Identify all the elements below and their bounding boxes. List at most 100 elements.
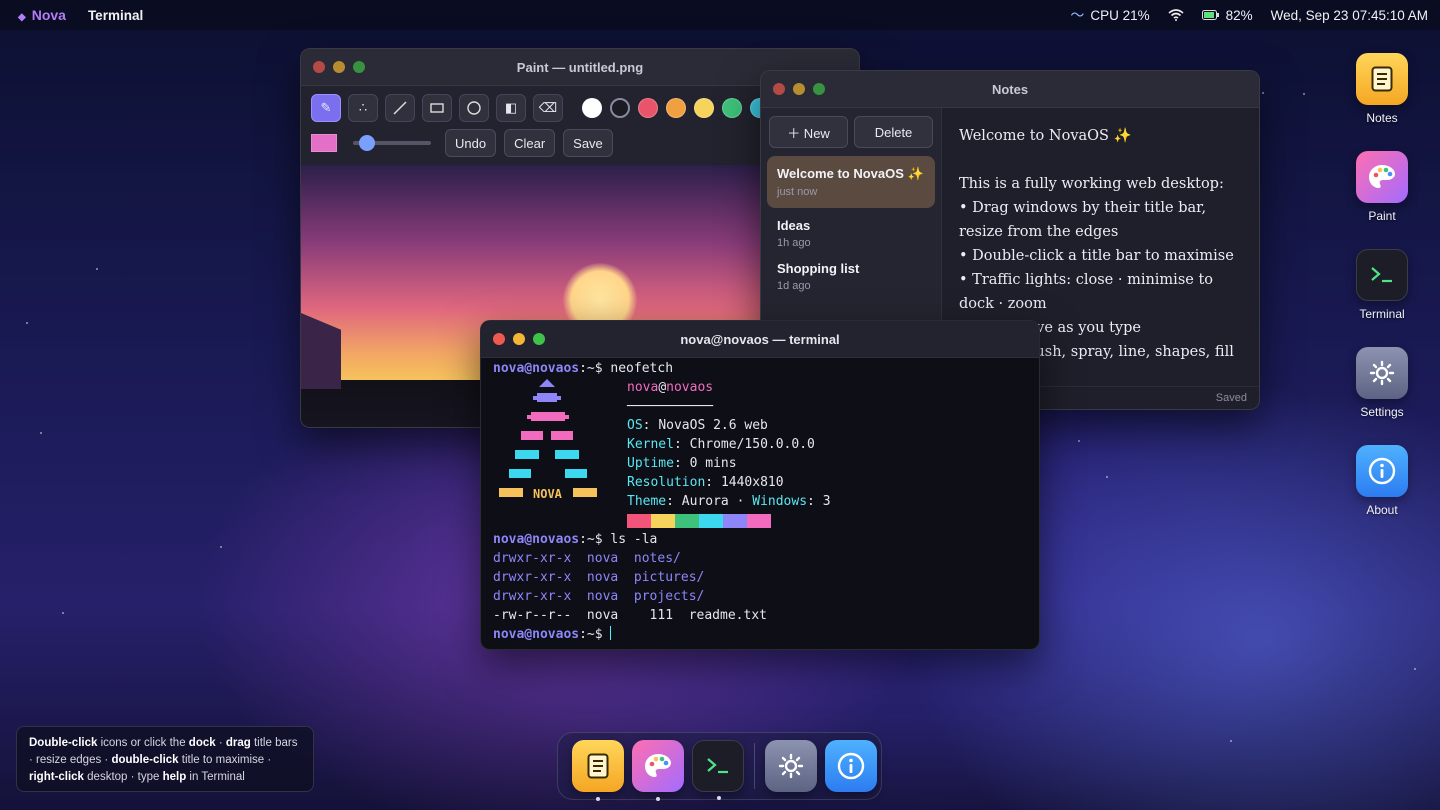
color-block	[627, 514, 651, 528]
save-button[interactable]: Save	[563, 129, 613, 157]
note-list-item[interactable]: Welcome to NovaOS ✨ just now	[767, 156, 935, 208]
fill-icon[interactable]: ◧	[496, 94, 526, 122]
info-line: Uptime: 0 mins	[627, 456, 737, 471]
notes-titlebar[interactable]: Notes	[761, 71, 1259, 108]
current-color-swatch[interactable]	[311, 134, 337, 152]
desktop-icon-label: Terminal	[1359, 307, 1405, 321]
note-list-item[interactable]: Shopping list 1d ago	[767, 251, 935, 302]
battery-indicator[interactable]: 82%	[1201, 8, 1253, 23]
new-note-button[interactable]: ＋ New	[769, 116, 848, 148]
ls-row: drwxr-xr-x nova projects/	[493, 587, 1027, 606]
prompt: nova@novaos	[493, 627, 580, 642]
brand-menu[interactable]: ◆ Nova	[18, 7, 66, 23]
running-indicator	[717, 796, 721, 800]
note-time: 1h ago	[777, 237, 811, 249]
desktop-icon-label: Notes	[1366, 111, 1398, 125]
terminal-titlebar[interactable]: nova@novaos — terminal	[481, 321, 1039, 358]
brand-label: Nova	[31, 7, 66, 23]
minimise-button[interactable]	[513, 333, 525, 345]
prompt-suffix: :~$	[579, 627, 611, 642]
dock-gear-icon[interactable]	[765, 740, 817, 792]
usage-hint: Double-click icons or click the dock · d…	[16, 726, 314, 792]
notes-icon	[1356, 53, 1408, 105]
nf-value: 1440x810	[720, 475, 784, 490]
ls-name: notes/	[633, 551, 681, 566]
palette-icon	[1356, 151, 1408, 203]
zoom-button[interactable]	[813, 83, 825, 95]
color-bar	[627, 514, 831, 528]
nf-value: 3	[822, 494, 831, 509]
info-line: nova@novaos	[627, 378, 831, 397]
terminal-line: nova@novaos:~$	[493, 625, 1027, 644]
color-block	[675, 514, 699, 528]
close-button[interactable]	[493, 333, 505, 345]
cpu-indicator[interactable]: 〜 CPU 21%	[1070, 5, 1149, 25]
text-cursor	[610, 626, 612, 640]
note-time: just now	[777, 186, 818, 198]
window-title: Notes	[991, 81, 1029, 97]
ls-name: projects/	[633, 589, 705, 604]
close-button[interactable]	[773, 83, 785, 95]
minimise-button[interactable]	[793, 83, 805, 95]
terminal-output[interactable]: nova@novaos:~$ neofetch NOVA nova@novaos…	[481, 357, 1039, 649]
color-block	[723, 514, 747, 528]
zoom-button[interactable]	[353, 61, 365, 73]
color-block	[651, 514, 675, 528]
prompt-suffix: :~$	[579, 532, 611, 547]
ls-perm: -rw-r--r--	[493, 608, 572, 623]
terminal-icon	[1356, 249, 1408, 301]
terminal-window: nova@novaos — terminal nova@novaos:~$ ne…	[480, 320, 1040, 650]
desktop-icon-about[interactable]: About	[1354, 445, 1410, 517]
color-swatch[interactable]	[694, 98, 714, 118]
color-block	[699, 514, 723, 528]
brush-size-slider[interactable]	[353, 135, 431, 151]
color-swatch[interactable]	[610, 98, 630, 118]
spray-icon[interactable]: ∴	[348, 94, 378, 122]
note-title: Shopping list	[777, 261, 860, 276]
ls-output: drwxr-xr-x nova notes/drwxr-xr-x nova pi…	[493, 549, 1027, 625]
clock[interactable]: Wed, Sep 23 07:45:10 AM	[1271, 8, 1428, 23]
dock-separator	[754, 743, 755, 789]
delete-note-button[interactable]: Delete	[854, 116, 933, 148]
dock-palette-icon[interactable]	[632, 740, 684, 801]
undo-button[interactable]: Undo	[445, 129, 497, 157]
circle-icon[interactable]	[459, 94, 489, 122]
desktop-icon-terminal[interactable]: Terminal	[1354, 249, 1410, 321]
rect-icon[interactable]	[422, 94, 452, 122]
ls-owner: nova	[571, 589, 619, 604]
desktop-icon-settings[interactable]: Settings	[1354, 347, 1410, 419]
desktop-icon-paint[interactable]: Paint	[1354, 151, 1410, 223]
color-palette	[580, 98, 770, 118]
desktop-icon-notes[interactable]: Notes	[1354, 53, 1410, 125]
minimise-button[interactable]	[333, 61, 345, 73]
eraser-icon[interactable]: ⌫	[533, 94, 563, 122]
ls-perm: drwxr-xr-x	[493, 570, 572, 585]
color-swatch[interactable]	[582, 98, 602, 118]
line-icon[interactable]	[385, 94, 415, 122]
dock-notes-icon[interactable]	[572, 740, 624, 801]
brush-icon[interactable]: ✎	[311, 94, 341, 122]
color-swatch[interactable]	[722, 98, 742, 118]
desktop-icon-label: Paint	[1368, 209, 1396, 223]
nf-key: Kernel	[627, 437, 674, 452]
nf-key: Windows	[752, 494, 808, 509]
info-rule: ───────────	[627, 399, 714, 414]
close-button[interactable]	[313, 61, 325, 73]
dock-info-icon[interactable]	[825, 740, 877, 792]
info-line: Theme: Aurora · Windows: 3	[627, 494, 831, 509]
ls-perm: drwxr-xr-x	[493, 589, 572, 604]
color-swatch[interactable]	[638, 98, 658, 118]
active-app-name[interactable]: Terminal	[88, 8, 143, 23]
clear-button[interactable]: Clear	[504, 129, 556, 157]
ls-size	[618, 570, 634, 585]
dock-terminal-icon[interactable]	[692, 740, 744, 800]
wifi-icon[interactable]	[1168, 9, 1184, 21]
ls-size	[618, 589, 634, 604]
zoom-button[interactable]	[533, 333, 545, 345]
slider-thumb[interactable]	[359, 135, 375, 151]
color-block	[747, 514, 771, 528]
command: ls -la	[610, 532, 658, 547]
color-swatch[interactable]	[666, 98, 686, 118]
info-line: OS: NovaOS 2.6 web	[627, 418, 768, 433]
ls-name: readme.txt	[688, 608, 767, 623]
